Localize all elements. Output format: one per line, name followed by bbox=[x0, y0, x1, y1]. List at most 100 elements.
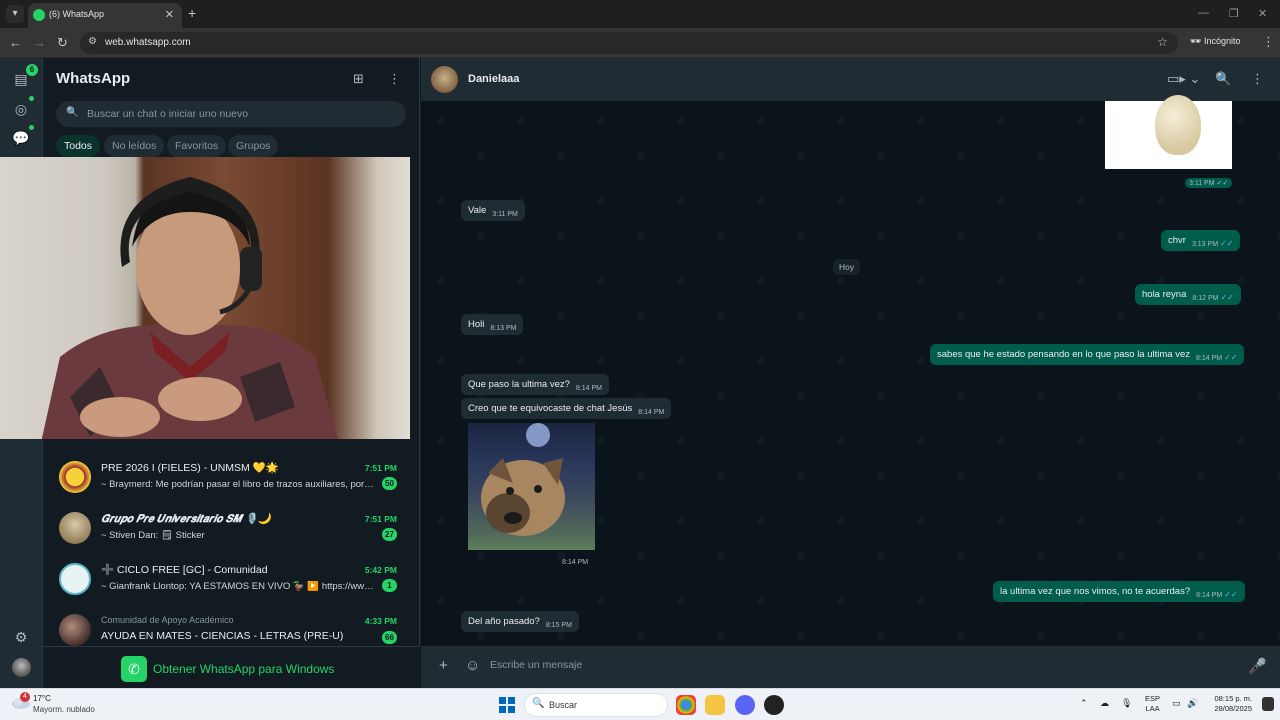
received-image[interactable] bbox=[468, 423, 595, 550]
sticker-icon[interactable]: ☺ bbox=[465, 657, 480, 674]
weather-description[interactable]: Mayorm. nublado bbox=[33, 705, 95, 714]
menu-dots-icon[interactable]: ⋮ bbox=[1251, 71, 1264, 87]
read-ticks-icon: ✓✓ bbox=[1224, 353, 1238, 362]
message-bubble-in[interactable]: Creo que te equivocaste de chat Jesús 8:1… bbox=[461, 398, 672, 419]
message-input[interactable]: Escribe un mensaje bbox=[490, 659, 582, 671]
read-ticks-icon: ✓✓ bbox=[1224, 590, 1238, 599]
volume-icon[interactable]: 🔊 bbox=[1187, 698, 1198, 709]
language-code: ESP bbox=[1145, 694, 1161, 703]
chat-preview: ~ Stiven Dan: 🗒 Sticker bbox=[101, 530, 205, 541]
chat-row[interactable]: ➕ CICLO FREE [GC] - Comunidad 5:42 PM ~ … bbox=[43, 555, 410, 605]
browser-tab-strip: ▾ (6) WhatsApp ✕ + — ❐ ✕ bbox=[0, 0, 1280, 28]
contact-avatar[interactable] bbox=[431, 66, 458, 93]
new-chat-icon[interactable]: ⊞ bbox=[353, 71, 364, 87]
notifications-icon[interactable] bbox=[1262, 697, 1274, 711]
incognito-indicator[interactable]: 🕶 Incógnito bbox=[1190, 36, 1240, 47]
chats-unread-badge: 6 bbox=[26, 64, 38, 76]
hamster-sticker bbox=[1155, 95, 1201, 155]
message-bubble-out[interactable]: sabes que he estado pensando en lo que p… bbox=[930, 344, 1245, 365]
settings-gear-icon[interactable]: ⚙ bbox=[12, 628, 30, 646]
chat-name: PRE 2026 I (FIELES) - UNMSM 💛🌟 bbox=[101, 462, 279, 474]
new-tab-button[interactable]: + bbox=[188, 5, 196, 21]
browser-menu-icon[interactable]: ⋮ bbox=[1262, 34, 1275, 50]
video-call-icon[interactable]: ▭▸ ⌄ bbox=[1167, 71, 1200, 87]
menu-dots-icon[interactable]: ⋮ bbox=[388, 71, 401, 87]
message-bubble-out[interactable]: la ultima vez que nos vimos, no te acuer… bbox=[993, 581, 1245, 602]
sent-sticker-image[interactable] bbox=[1105, 95, 1232, 169]
file-explorer-icon[interactable] bbox=[705, 695, 725, 715]
bookmark-star-icon[interactable]: ☆ bbox=[1157, 35, 1168, 49]
forward-button[interactable]: → bbox=[33, 35, 46, 50]
taskbar-search[interactable]: 🔍 Buscar bbox=[524, 693, 668, 717]
browser-tab[interactable]: (6) WhatsApp ✕ bbox=[28, 3, 182, 28]
omnibox[interactable]: ⚙ web.whatsapp.com ☆ bbox=[80, 32, 1178, 54]
url-text[interactable]: web.whatsapp.com bbox=[105, 37, 191, 48]
read-ticks-icon: ✓✓ bbox=[1220, 239, 1234, 248]
message-bubble-in[interactable]: Que paso la ultima vez? 8:14 PM bbox=[461, 374, 609, 395]
chrome-app-icon[interactable] bbox=[676, 695, 696, 715]
chat-avatar bbox=[59, 461, 91, 493]
chat-row[interactable]: PRE 2026 I (FIELES) - UNMSM 💛🌟 7:51 PM ~… bbox=[43, 453, 410, 503]
close-window-button[interactable]: ✕ bbox=[1258, 7, 1267, 20]
tab-close-icon[interactable]: ✕ bbox=[165, 8, 174, 21]
system-clock[interactable]: 08:15 p. m. 28/08/2025 bbox=[1204, 694, 1252, 714]
microphone-tray-icon[interactable]: 🎙 bbox=[1121, 698, 1132, 709]
onedrive-icon[interactable]: ☁ bbox=[1100, 698, 1109, 709]
chat-avatar bbox=[59, 512, 91, 544]
filter-grupos[interactable]: Grupos bbox=[228, 135, 279, 157]
taskbar-search-label: Buscar bbox=[549, 700, 578, 710]
message-bubble-in[interactable]: Holi 8:13 PM bbox=[461, 314, 524, 335]
chat-row[interactable]: 𝑮𝒓𝒖𝒑𝒐 𝑷𝒓𝒆 𝑼𝒏𝒊𝒗𝒆𝒓𝒔𝒊𝒕𝒂𝒓𝒊𝒐 𝑺𝑴 🎙️🌙 7:51 PM ~… bbox=[43, 504, 410, 554]
message-time: 8:14 PM bbox=[1196, 355, 1223, 362]
weather-alert-badge: 4 bbox=[20, 692, 30, 702]
language-indicator[interactable]: ESP LAA bbox=[1145, 694, 1160, 714]
message-time: 8:14 PM bbox=[638, 409, 665, 416]
weather-temperature[interactable]: 17°C bbox=[33, 694, 51, 703]
attach-plus-icon[interactable]: + bbox=[439, 657, 448, 674]
filter-no-leidos[interactable]: No leídos bbox=[104, 135, 165, 157]
get-app-link[interactable]: Obtener WhatsApp para Windows bbox=[153, 662, 334, 676]
tray-overflow-icon[interactable]: ⌃ bbox=[1080, 698, 1088, 709]
chat-row[interactable]: Comunidad de Apoyo Académico AYUDA EN MA… bbox=[43, 606, 410, 646]
message-time: 8:15 PM bbox=[545, 622, 572, 629]
contact-name[interactable]: Danielaaa bbox=[468, 73, 519, 85]
message-time: 8:12 PM bbox=[1192, 295, 1219, 302]
filter-todos[interactable]: Todos bbox=[56, 135, 101, 157]
maximize-button[interactable]: ❐ bbox=[1229, 7, 1239, 20]
incognito-chrome-icon[interactable] bbox=[764, 695, 784, 715]
profile-avatar[interactable] bbox=[12, 658, 31, 677]
reload-button[interactable]: ↻ bbox=[57, 35, 68, 51]
message-bubble-in[interactable]: Vale 3:11 PM bbox=[461, 200, 525, 221]
tab-title: (6) WhatsApp bbox=[49, 9, 105, 19]
network-icon[interactable]: ▭ bbox=[1172, 698, 1181, 709]
sticker-time: 3:11 PM bbox=[1189, 180, 1215, 187]
message-bubble-out[interactable]: hola reyna 8:12 PM ✓✓ bbox=[1135, 284, 1241, 305]
message-text: Del año pasado? bbox=[468, 616, 540, 627]
microphone-icon[interactable]: 🎤 bbox=[1248, 657, 1267, 675]
message-bubble-in[interactable]: Del año pasado? 8:15 PM bbox=[461, 611, 579, 632]
windows-start-icon[interactable] bbox=[499, 697, 515, 713]
message-time: 8:14 PM bbox=[1196, 592, 1223, 599]
back-button[interactable]: ← bbox=[9, 35, 22, 50]
message-time: 3:13 PM bbox=[1191, 241, 1219, 248]
windows-taskbar: 4 17°C Mayorm. nublado 🔍 Buscar ⌃ ☁ 🎙 ES… bbox=[0, 688, 1280, 720]
minimize-button[interactable]: — bbox=[1198, 7, 1209, 19]
discord-icon[interactable] bbox=[735, 695, 755, 715]
app-title: WhatsApp bbox=[56, 70, 131, 87]
message-text: Que paso la ultima vez? bbox=[468, 379, 570, 390]
search-input[interactable]: 🔍 Buscar un chat o iniciar uno nuevo bbox=[56, 101, 406, 127]
tab-search-button[interactable]: ▾ bbox=[6, 5, 24, 23]
webcam-overlay bbox=[0, 157, 410, 439]
channels-icon[interactable]: 💬 bbox=[12, 129, 30, 147]
address-toolbar: ← → ↻ ⚙ web.whatsapp.com ☆ 🕶 Incógnito ⋮ bbox=[0, 28, 1280, 58]
get-app-banner[interactable]: ✆ Obtener WhatsApp para Windows bbox=[43, 646, 420, 688]
site-info-icon[interactable]: ⚙ bbox=[88, 36, 97, 47]
filter-favoritos[interactable]: Favoritos bbox=[167, 135, 227, 157]
message-bubble-out[interactable]: chvr 3:13 PM ✓✓ bbox=[1161, 230, 1241, 251]
conversation-header[interactable]: Danielaaa ▭▸ ⌄ 🔍 ⋮ bbox=[421, 58, 1280, 101]
status-icon[interactable]: ◎ bbox=[12, 100, 30, 118]
search-icon[interactable]: 🔍 bbox=[1215, 71, 1231, 87]
whatsapp-logo-icon: ✆ bbox=[121, 656, 147, 682]
message-time: 3:11 PM bbox=[492, 211, 518, 218]
chat-wallpaper: 3:11 PM ✓✓ Vale 3:11 PM chvr 3:13 PM ✓✓ Hoy… bbox=[421, 95, 1280, 646]
